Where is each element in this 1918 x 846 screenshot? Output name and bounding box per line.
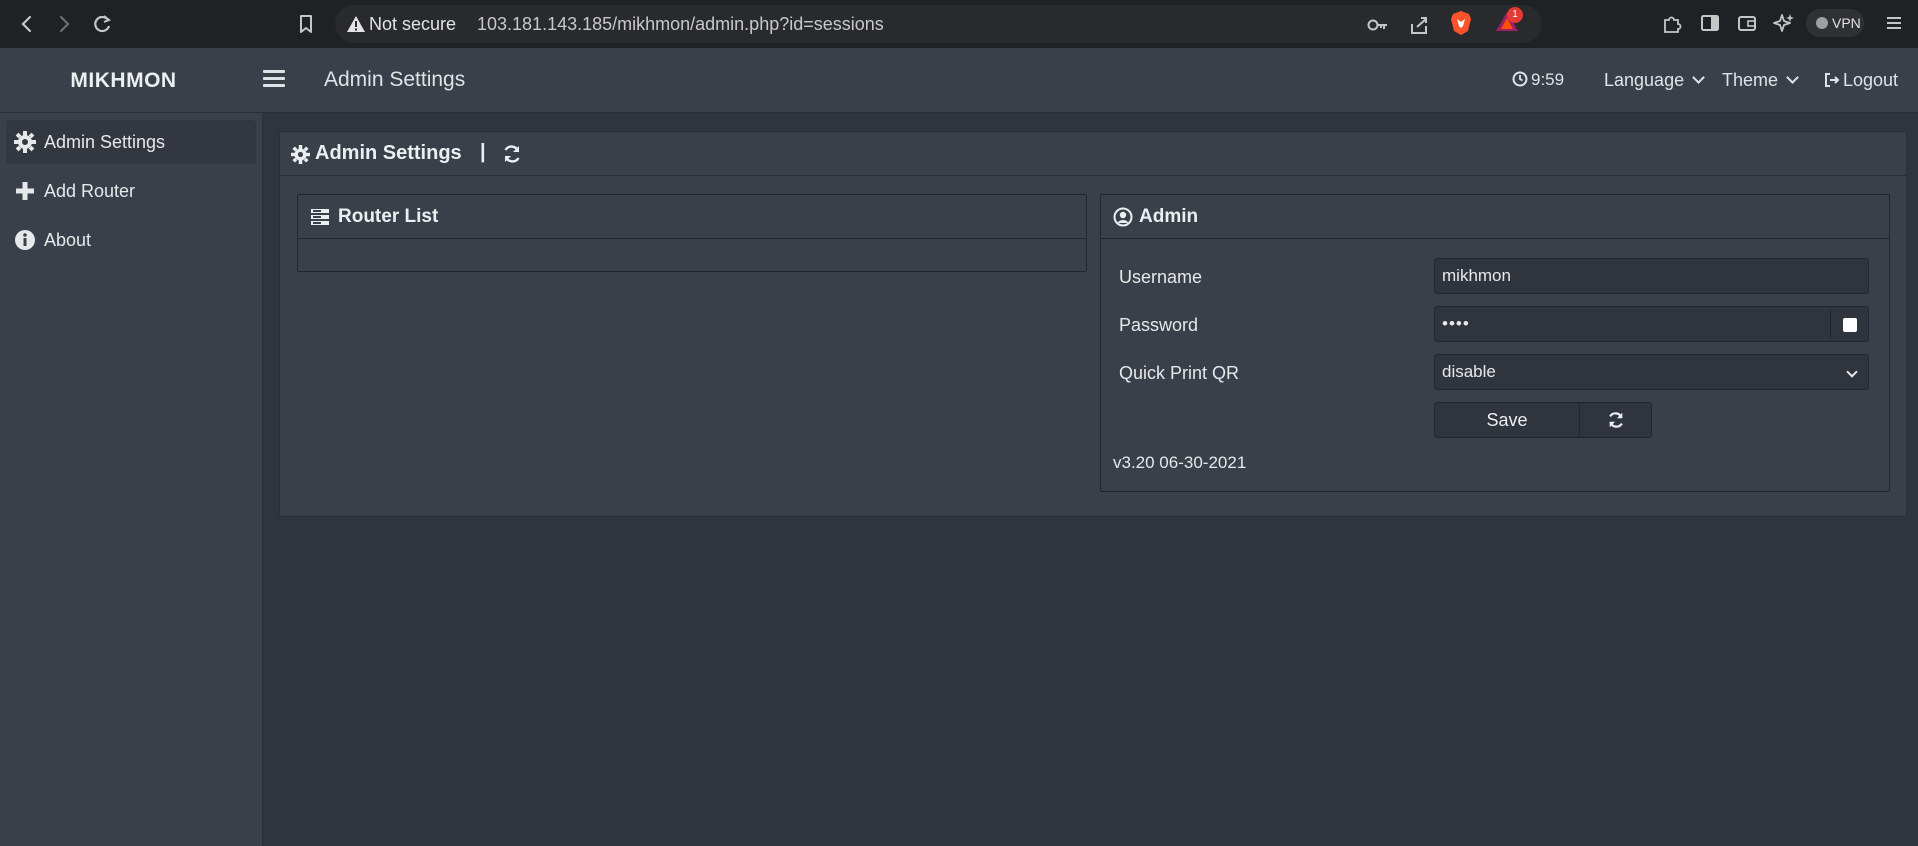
address-bar[interactable]: Not secure 103.181.143.185/mikhmon/admin… [335, 5, 1542, 43]
quick-print-label: Quick Print QR [1119, 363, 1240, 383]
password-input[interactable]: •••• [1434, 306, 1831, 342]
back-icon[interactable] [13, 10, 41, 38]
leo-ai-icon[interactable] [1772, 12, 1796, 36]
user-circle-icon [1113, 207, 1133, 227]
refresh-button[interactable] [1579, 402, 1652, 438]
sidebar-item-add-router[interactable]: Add Router [6, 169, 256, 213]
hamburger-icon[interactable] [263, 70, 285, 90]
username-input[interactable]: mikhmon [1434, 258, 1869, 294]
admin-settings-card: Admin Settings | Router List Admin Usern… [279, 131, 1907, 517]
reload-icon[interactable] [88, 10, 116, 38]
info-icon [15, 230, 35, 250]
gear-icon [291, 145, 310, 164]
admin-panel: Admin Username mikhmon Password •••• Qui… [1100, 194, 1890, 492]
app-header: MIKHMON Admin Settings 9:59 Language The… [0, 48, 1918, 113]
gear-icon [14, 131, 36, 153]
save-button[interactable]: Save [1434, 402, 1580, 438]
extensions-icon[interactable] [1660, 12, 1684, 36]
sidebar-item-label: About [44, 230, 92, 250]
menu-icon[interactable] [1882, 12, 1906, 36]
vpn-button[interactable]: VPN [1806, 9, 1864, 37]
show-password-checkbox[interactable] [1843, 318, 1857, 332]
router-list-header: Router List [298, 195, 1086, 239]
admin-panel-header: Admin [1101, 195, 1889, 239]
sidebar-item-label: Admin Settings [44, 132, 166, 152]
security-status[interactable]: Not secure [369, 14, 456, 35]
refresh-icon[interactable] [502, 144, 522, 164]
page-title: Admin Settings [315, 142, 462, 164]
forward-icon[interactable] [50, 10, 78, 38]
card-header: Admin Settings | [280, 132, 1906, 176]
router-list-title: Router List [338, 206, 439, 227]
sidebar-item-about[interactable]: About [6, 218, 256, 262]
brand-logo[interactable]: MIKHMON [0, 48, 247, 113]
username-label: Username [1119, 267, 1203, 287]
clock-time: 9:59 [1531, 70, 1565, 89]
key-icon[interactable] [1365, 14, 1391, 36]
header-title: Admin Settings [324, 68, 466, 91]
quick-print-select[interactable]: disable [1434, 354, 1869, 390]
vpn-status-icon [1816, 17, 1828, 29]
logout-link[interactable]: Logout [1824, 70, 1898, 91]
server-icon [311, 209, 329, 225]
admin-panel-title: Admin [1139, 206, 1199, 227]
show-password-toggle[interactable] [1830, 306, 1869, 342]
share-icon[interactable] [1407, 14, 1431, 36]
version-text: v3.20 06-30-2021 [1113, 453, 1247, 472]
chevron-down-icon [1786, 71, 1799, 84]
clock: 9:59 [1512, 70, 1564, 90]
sidebar-toggle-icon[interactable] [1698, 12, 1722, 36]
warning-icon [347, 16, 365, 32]
url-text[interactable]: 103.181.143.185/mikhmon/admin.php?id=ses… [477, 14, 884, 35]
vpn-label: VPN [1832, 15, 1861, 31]
plus-icon [16, 182, 34, 200]
sidebar-item-label: Add Router [44, 181, 136, 201]
brave-shields-icon[interactable] [1450, 10, 1472, 36]
password-label: Password [1119, 315, 1199, 335]
sidebar-item-admin-settings[interactable]: Admin Settings [6, 120, 256, 164]
title-separator: | [480, 141, 486, 163]
sidebar: Admin Settings Add Router About [0, 113, 263, 846]
language-label: Language [1604, 70, 1685, 90]
router-list-panel: Router List [297, 194, 1087, 272]
browser-toolbar: Not secure 103.181.143.185/mikhmon/admin… [0, 0, 1918, 48]
theme-label: Theme [1722, 70, 1779, 90]
theme-dropdown[interactable]: Theme [1722, 70, 1799, 91]
language-dropdown[interactable]: Language [1604, 70, 1705, 91]
chevron-down-icon [1846, 366, 1858, 378]
logout-label: Logout [1843, 70, 1899, 90]
bookmark-icon[interactable] [292, 10, 320, 38]
chevron-down-icon [1692, 71, 1705, 84]
refresh-icon [1609, 412, 1623, 428]
password-group: •••• [1434, 306, 1869, 342]
wallet-icon[interactable] [1735, 12, 1759, 36]
rewards-badge: 1 [1507, 7, 1523, 23]
quick-print-value: disable [1442, 362, 1496, 381]
clock-icon [1512, 71, 1528, 87]
sign-out-icon [1825, 73, 1840, 87]
